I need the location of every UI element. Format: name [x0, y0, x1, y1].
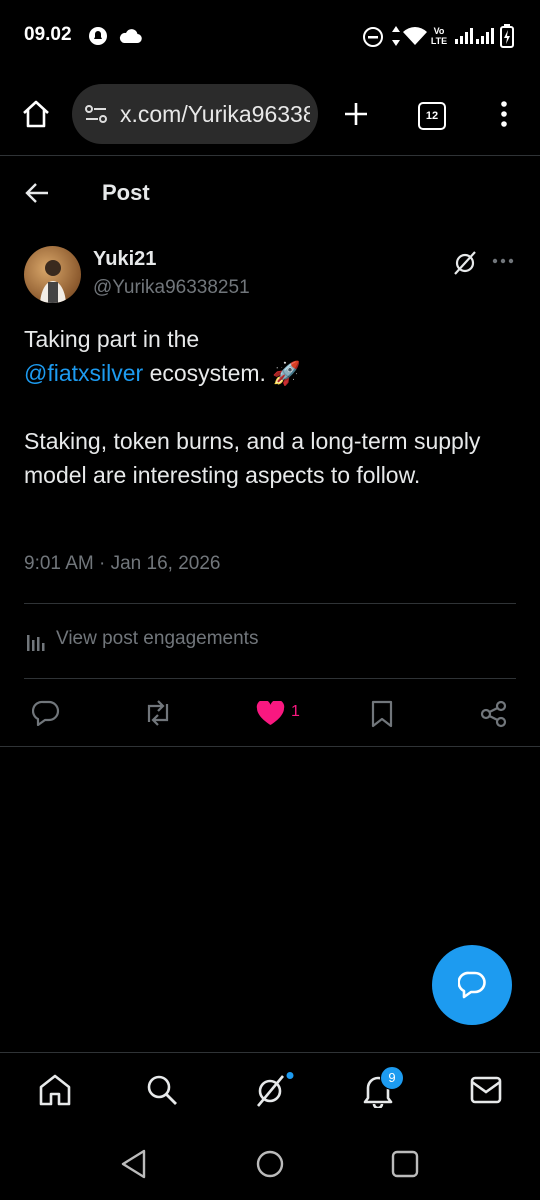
liked-heart-icon[interactable]	[256, 701, 285, 726]
compose-reply-button[interactable]	[432, 945, 512, 1025]
bottom-nav-divider	[0, 1052, 540, 1053]
nav-search-icon[interactable]	[146, 1074, 178, 1106]
site-settings-icon[interactable]	[84, 104, 108, 124]
volte-label: Vo LTE	[430, 26, 448, 46]
android-back-icon[interactable]	[118, 1148, 150, 1180]
content-divider	[24, 603, 516, 604]
do-not-disturb-icon	[362, 26, 384, 48]
post-timestamp[interactable]: 9:01 AM · Jan 16, 2026	[24, 553, 220, 575]
nav-messages-icon[interactable]	[470, 1076, 502, 1104]
clock: 09.02	[24, 24, 72, 45]
avatar[interactable]	[24, 246, 81, 303]
app-notification-icon	[88, 26, 108, 46]
tab-switcher-button[interactable]: 12	[418, 102, 446, 130]
post-body: Taking part in the @fiatxsilver ecosyste…	[24, 322, 494, 492]
url-text: x.com/Yurika96338251	[120, 101, 310, 127]
more-menu-icon[interactable]	[500, 100, 508, 128]
data-transfer-icon	[390, 24, 402, 48]
share-icon[interactable]	[480, 700, 508, 728]
engagements-divider	[24, 678, 516, 679]
android-recents-icon[interactable]	[391, 1150, 419, 1178]
battery-charging-icon	[500, 24, 514, 48]
nav-grok-icon[interactable]	[255, 1072, 295, 1108]
home-icon[interactable]	[20, 98, 52, 130]
reply-icon[interactable]	[32, 700, 60, 726]
browser-toolbar: x.com/Yurika96338251 12	[0, 72, 540, 156]
mention-link[interactable]: @fiatxsilver	[24, 360, 143, 386]
nav-home-icon[interactable]	[38, 1074, 72, 1106]
like-count[interactable]: 1	[291, 703, 300, 721]
post-text-line1: Taking part in the	[24, 326, 200, 352]
signal-icon-2	[476, 28, 494, 44]
post-options-icon[interactable]	[492, 258, 514, 264]
page-title: Post	[102, 180, 150, 205]
status-bar: 09.02 Vo LTE	[0, 0, 540, 72]
post-text-line2: @fiatxsilver ecosystem. 🚀	[24, 356, 494, 390]
repost-icon[interactable]	[142, 700, 174, 726]
toolbar-divider	[0, 155, 540, 156]
grok-icon[interactable]	[452, 250, 478, 276]
author-display-name[interactable]: Yuki21	[93, 248, 156, 271]
back-arrow-icon[interactable]	[24, 181, 50, 205]
new-tab-icon[interactable]	[342, 100, 370, 128]
post-text-line2-rest: ecosystem. 🚀	[143, 360, 301, 386]
cloud-icon	[118, 28, 142, 44]
notifications-badge: 9	[380, 1066, 404, 1090]
android-home-icon[interactable]	[256, 1150, 284, 1178]
reply-bubble-icon	[458, 971, 486, 999]
view-engagements-link[interactable]: View post engagements	[56, 628, 258, 650]
address-bar[interactable]: x.com/Yurika96338251	[72, 84, 318, 144]
actions-divider	[0, 746, 540, 747]
analytics-icon[interactable]	[26, 631, 46, 651]
wifi-icon	[402, 26, 428, 46]
post-text-paragraph2: Staking, token burns, and a long-term su…	[24, 428, 481, 488]
bookmark-icon[interactable]	[371, 700, 393, 728]
signal-icon-1	[455, 28, 475, 44]
author-handle[interactable]: @Yurika96338251	[93, 277, 250, 299]
